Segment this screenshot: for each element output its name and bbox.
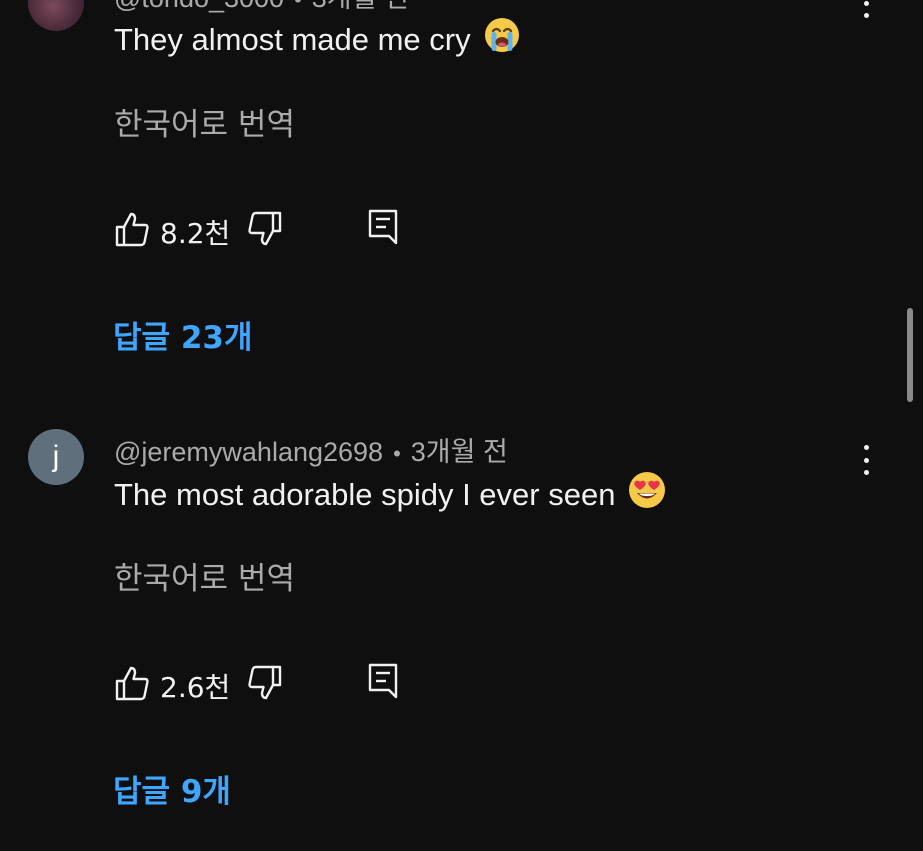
comment-actions: 2.6천 <box>114 662 434 706</box>
view-replies-button[interactable]: 답글 23개 <box>113 312 253 357</box>
meta-separator: • <box>393 441 401 466</box>
thumbs-down-icon[interactable] <box>247 210 283 252</box>
more-options-icon[interactable] <box>856 0 876 18</box>
meta-separator: • <box>294 0 302 12</box>
loudly-crying-face-icon <box>483 16 521 62</box>
more-options-icon[interactable] <box>856 445 876 475</box>
translate-link[interactable]: 한국어로 번역 <box>114 99 295 144</box>
scrollbar-thumb[interactable] <box>907 308 913 402</box>
reply-icon[interactable] <box>367 208 399 250</box>
comment-body: The most adorable spidy I ever seen <box>114 477 616 513</box>
comment-meta: @jeremywahlang2698 • 3개월 전 <box>114 430 508 469</box>
thumbs-up-icon[interactable] <box>114 664 150 706</box>
comment-time[interactable]: 3개월 전 <box>312 0 409 13</box>
comments-section: @tondo_3000 • 3개월 전 They almost made me cr… <box>0 0 923 851</box>
comment-text: The most adorable spidy I ever seen <box>114 472 667 518</box>
like-count: 8.2천 <box>160 217 231 250</box>
comment-actions: 8.2천 <box>114 208 434 252</box>
comment-text: They almost made me cry <box>114 18 521 62</box>
comment-author[interactable]: @tondo_3000 <box>114 0 284 13</box>
reply-icon[interactable] <box>367 662 399 704</box>
view-replies-button[interactable]: 답글 9개 <box>113 766 231 811</box>
like-count: 2.6천 <box>160 671 231 704</box>
comment-author[interactable]: @jeremywahlang2698 <box>114 437 383 467</box>
translate-link[interactable]: 한국어로 번역 <box>114 553 295 598</box>
comment-meta: @tondo_3000 • 3개월 전 <box>114 0 409 15</box>
avatar[interactable] <box>28 0 84 31</box>
heart-eyes-emoji-icon <box>627 470 667 518</box>
comment-time[interactable]: 3개월 전 <box>411 437 508 467</box>
avatar[interactable]: j <box>28 429 84 485</box>
thumbs-down-icon[interactable] <box>247 664 283 706</box>
thumbs-up-icon[interactable] <box>114 210 150 252</box>
comment-body: They almost made me cry <box>114 22 471 58</box>
